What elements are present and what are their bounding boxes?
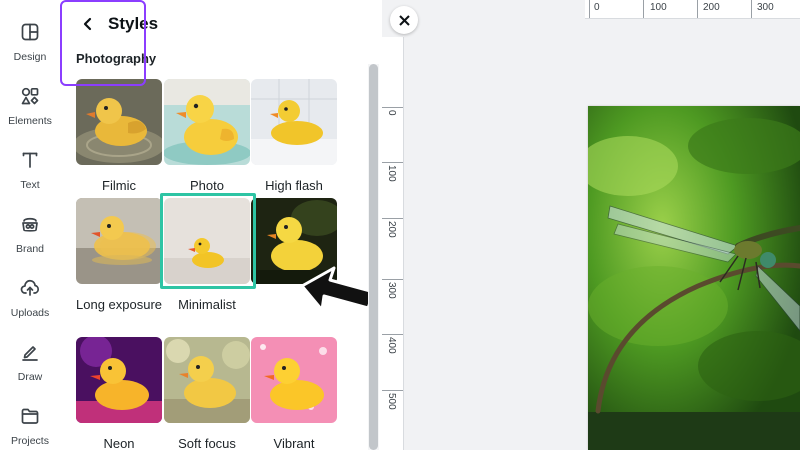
ruler-tick [382, 218, 403, 219]
style-thumbnail [251, 198, 337, 284]
rail-brand[interactable]: Brand [0, 208, 60, 264]
panel-header: Styles [60, 0, 382, 48]
ruler-label: 500 [386, 393, 397, 410]
style-thumbnail [76, 337, 162, 423]
vertical-ruler: 0 100 200 300 400 500 [382, 37, 404, 450]
projects-icon [18, 404, 42, 428]
ruler-label: 400 [386, 337, 397, 354]
rail-uploads[interactable]: Uploads [0, 272, 60, 328]
style-label: Photo [190, 178, 224, 193]
ruler-tick [643, 0, 644, 18]
style-label: Soft focus [178, 436, 236, 450]
rail-projects[interactable]: Projects [0, 400, 60, 450]
chevron-left-icon [83, 17, 92, 31]
panel-scrollbar[interactable] [368, 64, 379, 450]
style-thumbnail [76, 79, 162, 165]
style-label: High flash [265, 178, 323, 193]
rail-label: Draw [17, 371, 43, 383]
style-tile-photo[interactable]: Photo [164, 79, 250, 195]
rail-label: Brand [15, 243, 45, 255]
rail-label: Elements [8, 115, 52, 127]
ruler-tick [382, 279, 403, 280]
rail-elements[interactable]: Elements [0, 80, 60, 136]
style-thumbnail [76, 198, 162, 284]
ruler-label: 300 [757, 2, 774, 13]
style-thumbnail [164, 337, 250, 423]
style-thumbnail [164, 198, 250, 284]
style-label: Neon [103, 436, 135, 450]
rail-label: Uploads [10, 307, 50, 319]
design-page[interactable] [588, 106, 800, 450]
style-tile-long-exposure[interactable]: Long exposure [76, 198, 162, 314]
horizontal-ruler: 0 100 200 300 [585, 0, 800, 19]
close-icon [398, 14, 410, 26]
uploads-icon [18, 276, 42, 300]
style-thumbnail [251, 337, 337, 423]
style-tile-filmic[interactable]: Filmic [76, 79, 162, 195]
side-nav-rail: Design Elements Text Brand Uploads Draw … [0, 0, 60, 450]
editor-canvas-area: 0 100 200 300 0 100 200 300 400 500 [382, 0, 800, 450]
style-tile-soft-focus[interactable]: Soft focus [164, 337, 250, 450]
ruler-tick [697, 0, 698, 18]
ruler-label: 100 [650, 2, 667, 13]
ruler-tick [382, 162, 403, 163]
style-thumbnail [164, 79, 250, 165]
style-tile-dark[interactable] [251, 198, 337, 295]
style-tile-high-flash[interactable]: High flash [251, 79, 337, 195]
elements-icon [18, 84, 42, 108]
ruler-tick [382, 334, 403, 335]
rail-design[interactable]: Design [0, 16, 60, 72]
rail-label: Text [20, 179, 40, 191]
styles-panel: Styles Photography Filmic Photo High fla… [60, 0, 382, 450]
rail-text[interactable]: Text [0, 144, 60, 200]
ruler-label: 0 [594, 2, 600, 13]
ruler-tick [751, 0, 752, 18]
design-icon [18, 20, 42, 44]
ruler-tick [382, 107, 403, 108]
ruler-label: 100 [386, 165, 397, 182]
style-label: Long exposure [76, 297, 163, 312]
brand-icon [18, 212, 42, 236]
dragonfly-photo [588, 106, 800, 450]
close-button[interactable] [390, 6, 418, 34]
text-icon [18, 148, 42, 172]
draw-icon [18, 340, 42, 364]
rail-label: Design [13, 51, 47, 63]
panel-title: Styles [108, 14, 159, 33]
scrollbar-thumb[interactable] [369, 64, 378, 450]
style-label: Minimalist [178, 297, 236, 312]
style-tile-vibrant[interactable]: Vibrant [251, 337, 337, 450]
style-tile-neon[interactable]: Neon [76, 337, 162, 450]
rail-label: Projects [11, 435, 49, 447]
section-title: Photography [76, 51, 157, 66]
style-label: Vibrant [273, 436, 315, 450]
ruler-label: 300 [386, 282, 397, 299]
ruler-label: 0 [386, 110, 397, 116]
ruler-tick [382, 390, 403, 391]
ruler-label: 200 [703, 2, 720, 13]
style-label: Filmic [102, 178, 136, 193]
ruler-tick [589, 0, 590, 18]
style-tile-minimalist[interactable]: Minimalist [164, 198, 250, 314]
back-button[interactable] [78, 12, 98, 36]
rail-draw[interactable]: Draw [0, 336, 60, 392]
ruler-label: 200 [386, 221, 397, 238]
style-thumbnail [251, 79, 337, 165]
